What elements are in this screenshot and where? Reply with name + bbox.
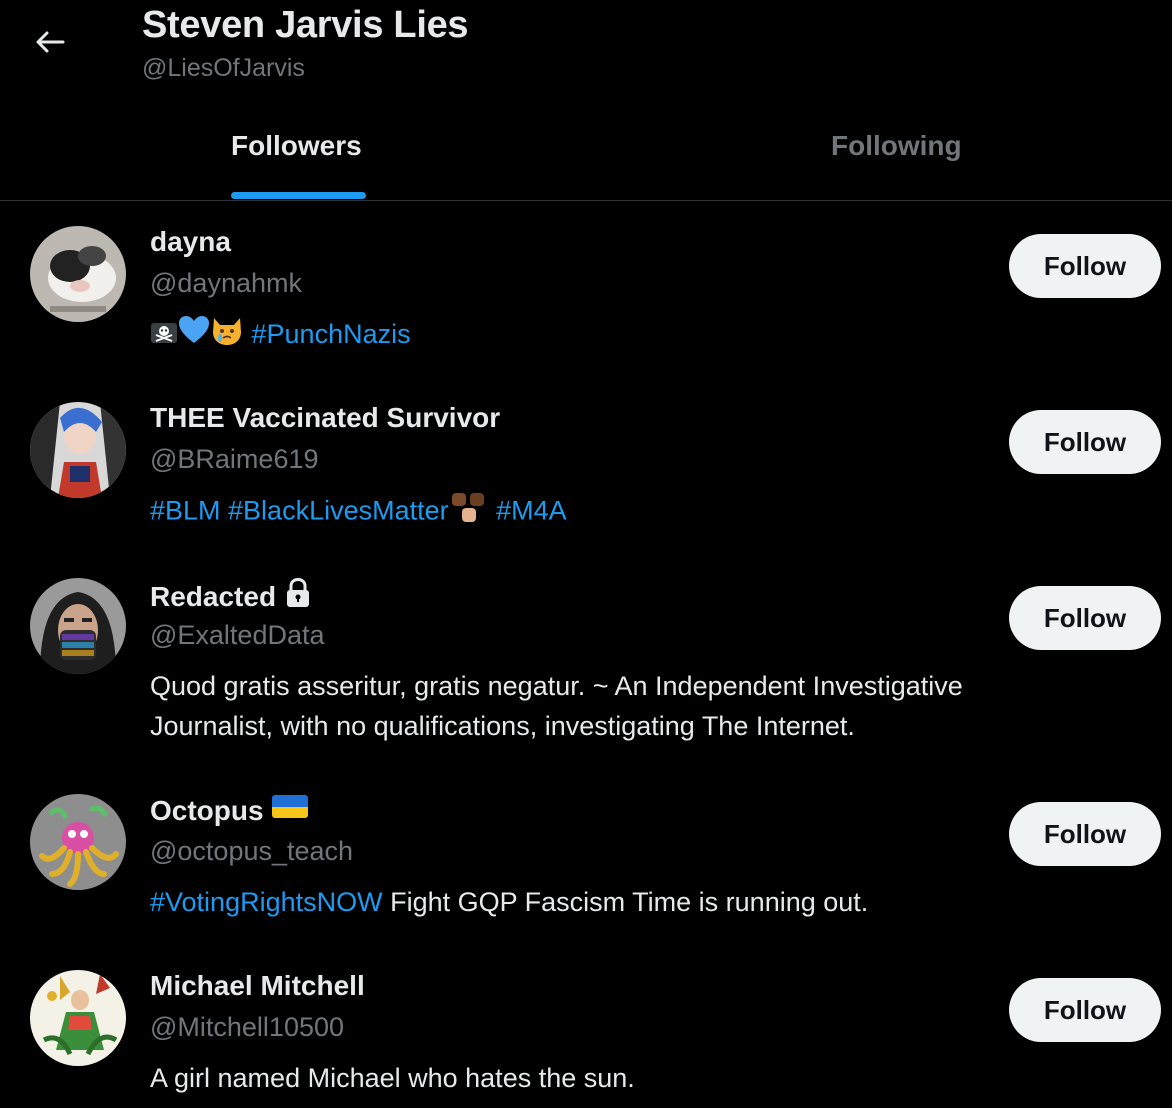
hashtag[interactable]: #PunchNazis xyxy=(252,319,411,349)
user-handle[interactable]: @octopus_teach xyxy=(150,836,353,867)
tab-following[interactable]: Following xyxy=(831,130,962,162)
user-handle[interactable]: @Mitchell10500 xyxy=(150,1012,344,1043)
blue-heart-icon xyxy=(178,315,210,356)
lock-icon xyxy=(284,577,312,615)
hashtag[interactable]: #BLM #BlackLivesMatter xyxy=(150,496,449,526)
bio-text: A girl named Michael who hates the sun. xyxy=(150,1063,635,1093)
user-name[interactable]: THEE Vaccinated Survivor xyxy=(150,402,500,434)
user-name[interactable]: Redacted xyxy=(150,577,312,615)
follow-button[interactable]: Follow xyxy=(1009,978,1161,1042)
user-bio: #VotingRightsNOW Fight GQP Fascism Time … xyxy=(150,882,1080,922)
user-bio: #PunchNazis xyxy=(150,314,1080,357)
avatar[interactable] xyxy=(30,970,126,1066)
follow-button[interactable]: Follow xyxy=(1009,234,1161,298)
user-name[interactable]: Octopus xyxy=(150,794,308,827)
hashtag[interactable]: #M4A xyxy=(489,496,567,526)
user-bio: Quod gratis asseritur, gratis negatur. ~… xyxy=(150,666,1080,746)
raised-fists-icon xyxy=(449,490,489,535)
ukraine-flag-icon xyxy=(271,794,308,827)
user-handle[interactable]: @ExaltedData xyxy=(150,620,325,651)
tab-followers[interactable]: Followers xyxy=(231,130,362,162)
avatar[interactable] xyxy=(30,794,126,890)
user-bio: #BLM #BlackLivesMatter #M4A xyxy=(150,490,1080,535)
bio-text: Fight GQP Fascism Time is running out. xyxy=(382,887,869,917)
follow-button[interactable]: Follow xyxy=(1009,410,1161,474)
user-handle[interactable]: @BRaime619 xyxy=(150,444,319,475)
bio-text: Quod gratis asseritur, gratis negatur. ~… xyxy=(150,671,963,741)
follow-button[interactable]: Follow xyxy=(1009,586,1161,650)
avatar[interactable] xyxy=(30,578,126,674)
avatar[interactable] xyxy=(30,402,126,498)
profile-handle: @LiesOfJarvis xyxy=(142,54,305,82)
back-button[interactable] xyxy=(30,26,70,58)
arrow-left-icon xyxy=(36,31,65,53)
skull-crossbones-icon xyxy=(150,316,178,356)
user-name[interactable]: dayna xyxy=(150,226,231,258)
active-tab-indicator xyxy=(231,192,366,199)
follow-button[interactable]: Follow xyxy=(1009,802,1161,866)
hashtag[interactable]: #VotingRightsNOW xyxy=(150,887,383,917)
profile-title: Steven Jarvis Lies xyxy=(142,4,469,46)
user-name[interactable]: Michael Mitchell xyxy=(150,970,365,1002)
avatar[interactable] xyxy=(30,226,126,322)
tabs-divider xyxy=(0,200,1172,201)
crying-cat-icon xyxy=(210,314,244,357)
user-bio: A girl named Michael who hates the sun. xyxy=(150,1058,1080,1098)
user-handle[interactable]: @daynahmk xyxy=(150,268,302,299)
